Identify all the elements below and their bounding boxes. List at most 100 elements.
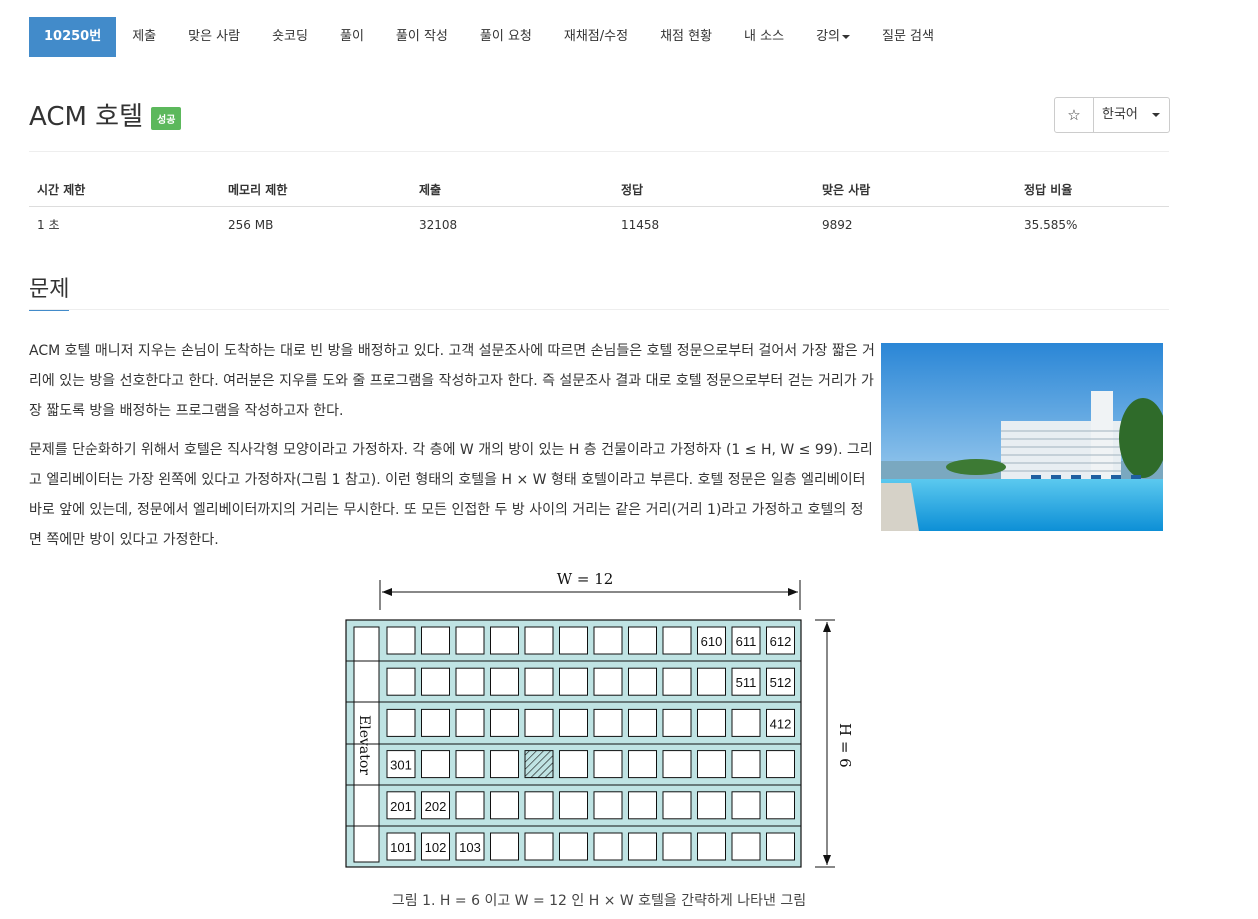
room-cell <box>524 791 554 820</box>
time-limit-value: 1 초 <box>37 218 60 232</box>
header-button-group: ☆ 한국어 <box>1054 97 1170 133</box>
column-header: 메모리 제한 <box>220 172 411 207</box>
nav-status[interactable]: 채점 현황 <box>644 17 728 57</box>
room-cell <box>490 750 519 779</box>
section-title-problem: 문제 <box>29 271 70 311</box>
room-cell <box>455 708 485 737</box>
nav-short-coding[interactable]: 숏코딩 <box>256 17 324 57</box>
room-number-label: 202 <box>425 799 447 814</box>
nav-lectures-dropdown[interactable]: 강의 <box>800 17 866 57</box>
room-number-label: 102 <box>425 840 447 855</box>
room-cell <box>697 791 726 820</box>
room-cell <box>386 708 416 737</box>
room-cell <box>490 667 519 696</box>
table-header-row: 시간 제한 메모리 제한 제출 정답 맞은 사람 정답 비율 <box>29 172 1169 207</box>
problem-header: ACM 호텔 성공 <box>29 96 182 133</box>
page-title: ACM 호텔 <box>29 102 144 132</box>
room-cell <box>731 791 761 820</box>
room-cell <box>524 667 554 696</box>
room-cell <box>628 750 657 779</box>
room-cell <box>628 626 657 655</box>
room-cell <box>455 626 485 655</box>
room-cell <box>455 750 485 779</box>
room-number-label: 301 <box>390 758 412 773</box>
language-label: 한국어 <box>1102 107 1138 122</box>
height-label: H = 6 <box>836 723 854 768</box>
room-cell <box>421 626 450 655</box>
room-cell <box>593 667 623 696</box>
nav-my-source[interactable]: 내 소스 <box>728 17 800 57</box>
room-cell <box>697 667 726 696</box>
nav-rejudge[interactable]: 재채점/수정 <box>548 17 644 57</box>
room-cell <box>524 832 554 861</box>
nav-submit[interactable]: 제출 <box>116 17 172 57</box>
column-header: 시간 제한 <box>29 172 220 207</box>
room-cell <box>628 708 657 737</box>
room-cell <box>559 667 588 696</box>
room-cell <box>386 667 416 696</box>
problem-paragraph: 문제를 단순화하기 위해서 호텔은 직사각형 모양이라고 가정하자. 각 층에 … <box>29 442 873 548</box>
elevator-label: Elevator <box>356 715 372 775</box>
memory-limit-value: 256 MB <box>228 217 274 232</box>
room-cell <box>593 832 623 861</box>
room-cell <box>662 832 692 861</box>
room-cell <box>421 708 450 737</box>
width-label: W = 12 <box>557 570 614 588</box>
room-cell <box>559 750 588 779</box>
room-cell <box>490 626 519 655</box>
room-cell <box>662 791 692 820</box>
nav-problem-id[interactable]: 10250번 <box>29 17 117 57</box>
room-number-label: 511 <box>736 675 757 690</box>
room-cell <box>490 832 519 861</box>
room-cell <box>662 667 692 696</box>
problem-paragraph: ACM 호텔 매니저 지우는 손님이 도착하는 대로 빈 방을 배정하고 있다.… <box>29 343 875 419</box>
accept-ratio-value: 35.585% <box>1024 217 1078 232</box>
language-dropdown[interactable]: 한국어 <box>1094 98 1169 132</box>
nav-question-search[interactable]: 질문 검색 <box>866 17 950 57</box>
room-cell <box>593 791 623 820</box>
room-cell <box>524 626 554 655</box>
divider <box>29 151 1169 152</box>
column-header: 정답 비율 <box>1016 172 1169 207</box>
room-cell <box>731 832 761 861</box>
nav-lectures-label: 강의 <box>816 29 840 44</box>
nav-accepted-users[interactable]: 맞은 사람 <box>172 17 256 57</box>
room-cell <box>421 667 450 696</box>
room-cell <box>559 626 588 655</box>
nav-solutions[interactable]: 풀이 <box>324 17 380 57</box>
accepted-value: 11458 <box>621 217 660 232</box>
room-cell <box>662 750 692 779</box>
room-cell <box>766 750 795 779</box>
room-cell <box>697 750 726 779</box>
room-cell <box>524 708 554 737</box>
room-cell <box>386 626 416 655</box>
room-cell <box>731 708 761 737</box>
room-cell <box>559 832 588 861</box>
room-cell <box>455 791 485 820</box>
room-number-label: 412 <box>770 716 792 731</box>
caret-down-icon <box>841 34 850 39</box>
figure-caption: 그림 1. H = 6 이고 W = 12 인 H × W 호텔을 간략하게 나… <box>391 893 807 909</box>
submissions-value: 32108 <box>419 217 458 232</box>
room-cell <box>490 791 519 820</box>
room-cell <box>628 832 657 861</box>
problem-nav: 10250번 제출 맞은 사람 숏코딩 풀이 풀이 작성 풀이 요청 재채점/수… <box>29 17 950 57</box>
room-number-label: 610 <box>701 634 723 649</box>
hotel-photo <box>881 343 1163 531</box>
column-header: 맞은 사람 <box>814 172 1016 207</box>
room-number-label: 512 <box>770 675 792 690</box>
room-cell <box>766 832 795 861</box>
room-number-label: 612 <box>770 634 792 649</box>
room-cell <box>731 750 761 779</box>
room-number-label: 101 <box>390 840 412 855</box>
star-icon[interactable]: ☆ <box>1055 98 1094 132</box>
nav-request-solution[interactable]: 풀이 요청 <box>464 17 548 57</box>
room-cell <box>697 832 726 861</box>
room-cell <box>662 626 692 655</box>
nav-write-solution[interactable]: 풀이 작성 <box>380 17 464 57</box>
room-cell <box>421 750 450 779</box>
table-row: 1 초 256 MB 32108 11458 9892 35.585% <box>29 207 1169 243</box>
room-cell <box>766 791 795 820</box>
room-cell <box>455 667 485 696</box>
room-number-label: 611 <box>736 634 757 649</box>
